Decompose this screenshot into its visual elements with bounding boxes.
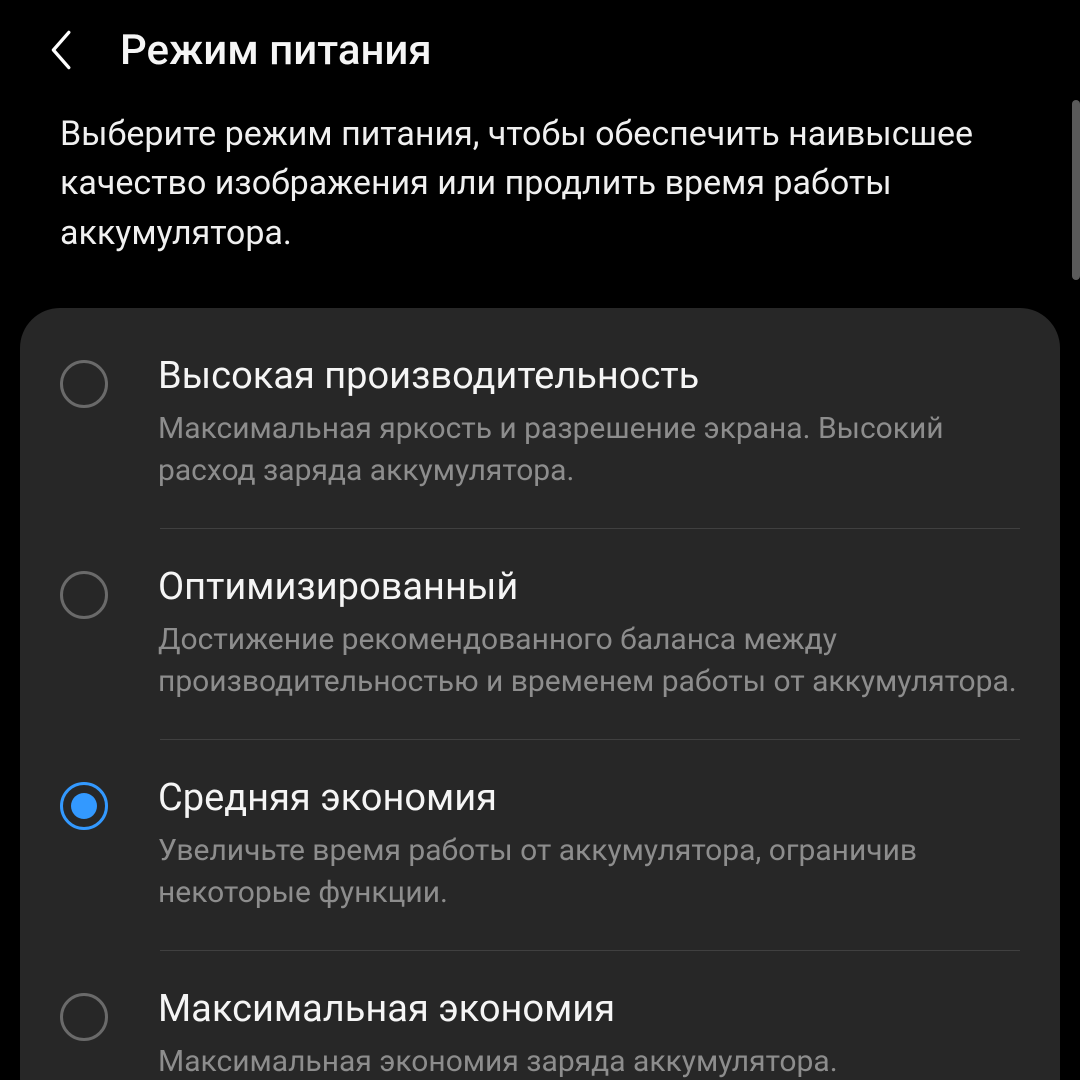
option-title: Высокая производительность [158,354,1020,398]
radio-button[interactable] [60,782,108,830]
radio-button[interactable] [60,571,108,619]
option-description: Достижение рекомендованного баланса межд… [158,619,1020,703]
back-button[interactable] [30,20,90,80]
power-mode-option-optimized[interactable]: Оптимизированный Достижение рекомендован… [20,529,1060,739]
option-title: Средняя экономия [158,776,1020,820]
radio-button[interactable] [60,360,108,408]
option-content: Максимальная экономия Максимальная эконо… [158,987,1020,1080]
option-content: Высокая производительность Максимальная … [158,354,1020,492]
option-title: Оптимизированный [158,565,1020,609]
option-content: Оптимизированный Достижение рекомендован… [158,565,1020,703]
options-card: Высокая производительность Максимальная … [20,308,1060,1080]
chevron-left-icon [46,28,74,72]
page-title: Режим питания [120,26,432,75]
scrollbar[interactable] [1072,100,1080,280]
power-mode-option-max-saving[interactable]: Максимальная экономия Максимальная эконо… [20,951,1060,1080]
option-description: Увеличьте время работы от аккумулятора, … [158,830,1020,914]
radio-button[interactable] [60,993,108,1041]
power-mode-option-medium-saving[interactable]: Средняя экономия Увеличьте время работы … [20,740,1060,950]
power-mode-option-high-performance[interactable]: Высокая производительность Максимальная … [20,318,1060,528]
page-description: Выберите режим питания, чтобы обеспечить… [0,110,1080,308]
option-content: Средняя экономия Увеличьте время работы … [158,776,1020,914]
option-description: Максимальная яркость и разрешение экрана… [158,408,1020,492]
option-description: Максимальная экономия заряда аккумулятор… [158,1041,1020,1080]
header: Режим питания [0,0,1080,110]
option-title: Максимальная экономия [158,987,1020,1031]
